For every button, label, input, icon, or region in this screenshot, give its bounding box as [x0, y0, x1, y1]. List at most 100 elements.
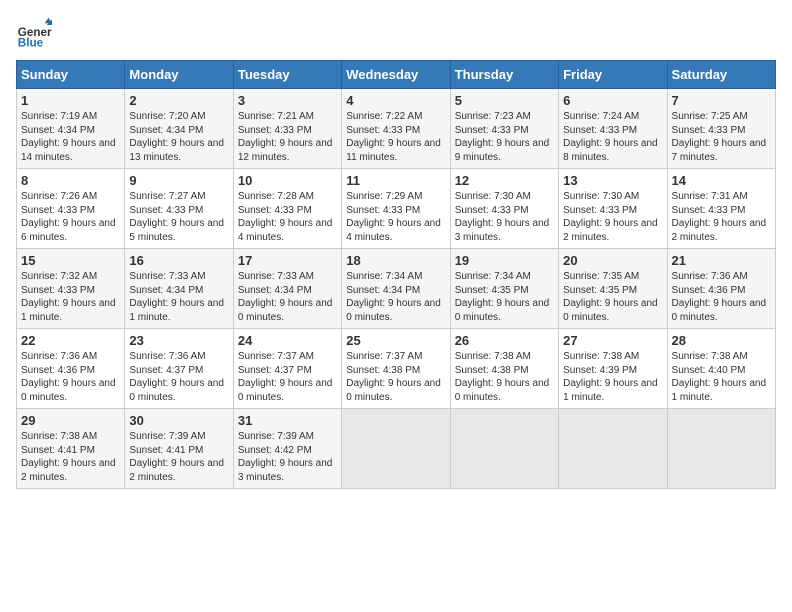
day-info: Sunrise: 7:26 AMSunset: 4:33 PMDaylight:…	[21, 191, 116, 243]
calendar-cell: 26 Sunrise: 7:38 AMSunset: 4:38 PMDaylig…	[450, 329, 558, 409]
day-info: Sunrise: 7:34 AMSunset: 4:35 PMDaylight:…	[455, 271, 550, 323]
calendar-cell: 23 Sunrise: 7:36 AMSunset: 4:37 PMDaylig…	[125, 329, 233, 409]
calendar-cell: 6 Sunrise: 7:24 AMSunset: 4:33 PMDayligh…	[559, 89, 667, 169]
day-info: Sunrise: 7:19 AMSunset: 4:34 PMDaylight:…	[21, 111, 116, 163]
day-number: 18	[346, 253, 445, 268]
calendar-cell	[559, 409, 667, 489]
day-info: Sunrise: 7:36 AMSunset: 4:37 PMDaylight:…	[129, 351, 224, 403]
day-number: 27	[563, 333, 662, 348]
calendar-table: SundayMondayTuesdayWednesdayThursdayFrid…	[16, 60, 776, 489]
day-number: 5	[455, 93, 554, 108]
calendar-cell: 15 Sunrise: 7:32 AMSunset: 4:33 PMDaylig…	[17, 249, 125, 329]
calendar-cell	[450, 409, 558, 489]
weekday-header-friday: Friday	[559, 61, 667, 89]
calendar-cell: 11 Sunrise: 7:29 AMSunset: 4:33 PMDaylig…	[342, 169, 450, 249]
day-number: 8	[21, 173, 120, 188]
calendar-cell: 4 Sunrise: 7:22 AMSunset: 4:33 PMDayligh…	[342, 89, 450, 169]
day-number: 15	[21, 253, 120, 268]
calendar-cell: 13 Sunrise: 7:30 AMSunset: 4:33 PMDaylig…	[559, 169, 667, 249]
day-info: Sunrise: 7:21 AMSunset: 4:33 PMDaylight:…	[238, 111, 333, 163]
day-info: Sunrise: 7:37 AMSunset: 4:37 PMDaylight:…	[238, 351, 333, 403]
day-info: Sunrise: 7:36 AMSunset: 4:36 PMDaylight:…	[672, 271, 767, 323]
day-info: Sunrise: 7:39 AMSunset: 4:41 PMDaylight:…	[129, 431, 224, 483]
calendar-cell: 18 Sunrise: 7:34 AMSunset: 4:34 PMDaylig…	[342, 249, 450, 329]
day-number: 1	[21, 93, 120, 108]
svg-text:Blue: Blue	[18, 37, 44, 50]
calendar-cell: 14 Sunrise: 7:31 AMSunset: 4:33 PMDaylig…	[667, 169, 775, 249]
day-number: 28	[672, 333, 771, 348]
day-info: Sunrise: 7:38 AMSunset: 4:41 PMDaylight:…	[21, 431, 116, 483]
day-number: 7	[672, 93, 771, 108]
day-number: 3	[238, 93, 337, 108]
calendar-cell: 12 Sunrise: 7:30 AMSunset: 4:33 PMDaylig…	[450, 169, 558, 249]
day-number: 26	[455, 333, 554, 348]
day-number: 21	[672, 253, 771, 268]
logo-icon: General Blue	[16, 16, 52, 52]
day-info: Sunrise: 7:34 AMSunset: 4:34 PMDaylight:…	[346, 271, 441, 323]
day-number: 10	[238, 173, 337, 188]
day-info: Sunrise: 7:20 AMSunset: 4:34 PMDaylight:…	[129, 111, 224, 163]
calendar-cell: 25 Sunrise: 7:37 AMSunset: 4:38 PMDaylig…	[342, 329, 450, 409]
day-number: 24	[238, 333, 337, 348]
day-info: Sunrise: 7:30 AMSunset: 4:33 PMDaylight:…	[563, 191, 658, 243]
calendar-cell: 22 Sunrise: 7:36 AMSunset: 4:36 PMDaylig…	[17, 329, 125, 409]
day-info: Sunrise: 7:31 AMSunset: 4:33 PMDaylight:…	[672, 191, 767, 243]
weekday-header-sunday: Sunday	[17, 61, 125, 89]
day-number: 14	[672, 173, 771, 188]
day-number: 30	[129, 413, 228, 428]
calendar-cell: 20 Sunrise: 7:35 AMSunset: 4:35 PMDaylig…	[559, 249, 667, 329]
weekday-header-tuesday: Tuesday	[233, 61, 341, 89]
day-info: Sunrise: 7:39 AMSunset: 4:42 PMDaylight:…	[238, 431, 333, 483]
weekday-header-monday: Monday	[125, 61, 233, 89]
day-number: 31	[238, 413, 337, 428]
weekday-header-saturday: Saturday	[667, 61, 775, 89]
day-info: Sunrise: 7:32 AMSunset: 4:33 PMDaylight:…	[21, 271, 116, 323]
day-number: 4	[346, 93, 445, 108]
day-info: Sunrise: 7:22 AMSunset: 4:33 PMDaylight:…	[346, 111, 441, 163]
calendar-cell: 19 Sunrise: 7:34 AMSunset: 4:35 PMDaylig…	[450, 249, 558, 329]
calendar-cell: 8 Sunrise: 7:26 AMSunset: 4:33 PMDayligh…	[17, 169, 125, 249]
calendar-cell: 31 Sunrise: 7:39 AMSunset: 4:42 PMDaylig…	[233, 409, 341, 489]
day-number: 12	[455, 173, 554, 188]
day-number: 29	[21, 413, 120, 428]
calendar-cell: 21 Sunrise: 7:36 AMSunset: 4:36 PMDaylig…	[667, 249, 775, 329]
logo: General Blue	[16, 16, 28, 52]
day-info: Sunrise: 7:25 AMSunset: 4:33 PMDaylight:…	[672, 111, 767, 163]
day-info: Sunrise: 7:38 AMSunset: 4:40 PMDaylight:…	[672, 351, 767, 403]
day-info: Sunrise: 7:33 AMSunset: 4:34 PMDaylight:…	[238, 271, 333, 323]
day-info: Sunrise: 7:38 AMSunset: 4:39 PMDaylight:…	[563, 351, 658, 403]
day-info: Sunrise: 7:23 AMSunset: 4:33 PMDaylight:…	[455, 111, 550, 163]
day-info: Sunrise: 7:30 AMSunset: 4:33 PMDaylight:…	[455, 191, 550, 243]
calendar-cell: 30 Sunrise: 7:39 AMSunset: 4:41 PMDaylig…	[125, 409, 233, 489]
day-number: 23	[129, 333, 228, 348]
calendar-cell: 17 Sunrise: 7:33 AMSunset: 4:34 PMDaylig…	[233, 249, 341, 329]
day-info: Sunrise: 7:28 AMSunset: 4:33 PMDaylight:…	[238, 191, 333, 243]
calendar-cell: 29 Sunrise: 7:38 AMSunset: 4:41 PMDaylig…	[17, 409, 125, 489]
calendar-cell: 3 Sunrise: 7:21 AMSunset: 4:33 PMDayligh…	[233, 89, 341, 169]
calendar-cell: 7 Sunrise: 7:25 AMSunset: 4:33 PMDayligh…	[667, 89, 775, 169]
day-info: Sunrise: 7:24 AMSunset: 4:33 PMDaylight:…	[563, 111, 658, 163]
day-number: 20	[563, 253, 662, 268]
calendar-cell: 5 Sunrise: 7:23 AMSunset: 4:33 PMDayligh…	[450, 89, 558, 169]
day-number: 19	[455, 253, 554, 268]
calendar-cell	[342, 409, 450, 489]
calendar-cell: 16 Sunrise: 7:33 AMSunset: 4:34 PMDaylig…	[125, 249, 233, 329]
calendar-cell: 9 Sunrise: 7:27 AMSunset: 4:33 PMDayligh…	[125, 169, 233, 249]
day-number: 6	[563, 93, 662, 108]
calendar-cell: 10 Sunrise: 7:28 AMSunset: 4:33 PMDaylig…	[233, 169, 341, 249]
day-info: Sunrise: 7:37 AMSunset: 4:38 PMDaylight:…	[346, 351, 441, 403]
day-info: Sunrise: 7:36 AMSunset: 4:36 PMDaylight:…	[21, 351, 116, 403]
day-number: 13	[563, 173, 662, 188]
day-number: 17	[238, 253, 337, 268]
weekday-header-wednesday: Wednesday	[342, 61, 450, 89]
day-number: 16	[129, 253, 228, 268]
calendar-cell: 27 Sunrise: 7:38 AMSunset: 4:39 PMDaylig…	[559, 329, 667, 409]
calendar-cell	[667, 409, 775, 489]
day-info: Sunrise: 7:33 AMSunset: 4:34 PMDaylight:…	[129, 271, 224, 323]
calendar-cell: 28 Sunrise: 7:38 AMSunset: 4:40 PMDaylig…	[667, 329, 775, 409]
weekday-header-thursday: Thursday	[450, 61, 558, 89]
day-number: 22	[21, 333, 120, 348]
page-header: General Blue	[16, 16, 776, 52]
calendar-cell: 24 Sunrise: 7:37 AMSunset: 4:37 PMDaylig…	[233, 329, 341, 409]
calendar-cell: 1 Sunrise: 7:19 AMSunset: 4:34 PMDayligh…	[17, 89, 125, 169]
